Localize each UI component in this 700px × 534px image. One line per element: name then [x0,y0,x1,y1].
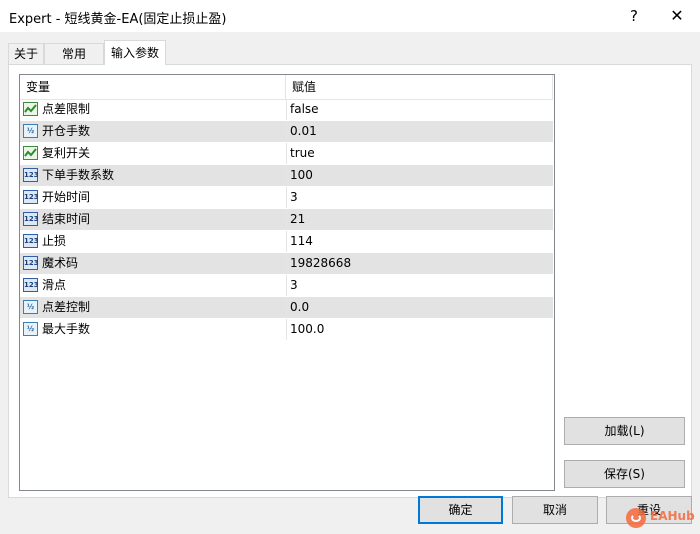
double-icon: ½ [23,322,38,336]
bool-icon [23,102,38,116]
double-icon: ½ [23,124,38,138]
column-divider [286,165,287,186]
double-icon: ½ [23,300,38,314]
table-row[interactable]: 123 魔术码 19828668 [20,253,553,275]
column-divider [286,253,287,274]
int-icon: 123 [23,190,39,204]
table-row[interactable]: 点差限制 false [20,99,553,121]
column-divider [286,121,287,142]
int-icon: 123 [23,234,39,248]
table-row[interactable]: 123 滑点 3 [20,275,553,297]
tab-about[interactable]: 关于 [8,43,44,64]
column-divider [286,231,287,252]
parameter-name: 最大手数 [42,322,91,336]
parameter-list[interactable]: 变量 赋值 点差限制 false ½ 开仓手数 0.01 复利开关 true 123 下单手数系… [19,74,555,491]
column-divider [286,275,287,296]
int-icon: 123 [23,256,39,270]
parameter-name: 开始时间 [42,190,91,204]
parameter-name: 止损 [42,234,67,248]
column-divider [286,99,287,120]
column-divider [286,143,287,164]
parameter-name: 点差限制 [42,102,91,116]
table-row[interactable]: 123 止损 114 [20,231,553,253]
help-button[interactable]: ? [622,6,646,26]
save-button[interactable]: 保存(S) [564,460,685,488]
parameter-value[interactable]: 100 [290,165,313,186]
table-row[interactable]: 123 下单手数系数 100 [20,165,553,187]
parameter-name: 复利开关 [42,146,91,160]
parameter-name: 结束时间 [42,212,91,226]
load-button[interactable]: 加载(L) [564,417,685,445]
bool-icon [23,146,38,160]
list-header: 变量 赋值 [20,75,553,100]
parameter-rows: 点差限制 false ½ 开仓手数 0.01 复利开关 true 123 下单手数系数 100 12… [20,99,553,341]
int-icon: 123 [23,212,39,226]
table-row[interactable]: 复利开关 true [20,143,553,165]
column-header-value[interactable]: 赋值 [286,75,553,99]
table-row[interactable]: ½ 最大手数 100.0 [20,319,553,341]
parameter-value[interactable]: 0.01 [290,121,317,142]
int-icon: 123 [23,278,39,292]
parameter-value[interactable]: 100.0 [290,319,324,340]
table-row[interactable]: ½ 点差控制 0.0 [20,297,553,319]
parameter-value[interactable]: true [290,143,315,164]
parameter-value[interactable]: 114 [290,231,313,252]
table-row[interactable]: ½ 开仓手数 0.01 [20,121,553,143]
int-icon: 123 [23,168,39,182]
column-divider [286,187,287,208]
column-divider [286,319,287,340]
cancel-button[interactable]: 取消 [512,496,598,524]
ok-button[interactable]: 确定 [418,496,503,524]
parameter-name: 点差控制 [42,300,91,314]
table-row[interactable]: 123 结束时间 21 [20,209,553,231]
parameter-name: 开仓手数 [42,124,91,138]
title-bar: Expert - 短线黄金-EA(固定止损止盈) ? ✕ [0,0,700,32]
parameter-value[interactable]: 3 [290,275,298,296]
parameter-value[interactable]: 0.0 [290,297,309,318]
parameter-name: 魔术码 [42,256,79,270]
column-header-variable[interactable]: 变量 [20,75,286,99]
parameter-value[interactable]: 19828668 [290,253,351,274]
column-divider [286,297,287,318]
column-divider [286,209,287,230]
tab-common[interactable]: 常用 [44,43,104,64]
parameter-value[interactable]: false [290,99,319,120]
window-title: Expert - 短线黄金-EA(固定止损止盈) [9,12,227,27]
parameter-value[interactable]: 3 [290,187,298,208]
watermark: EAHub [626,507,696,529]
parameter-name: 下单手数系数 [42,168,115,182]
watermark-text: EAHub [650,509,695,523]
eahub-logo-icon [626,508,646,528]
table-row[interactable]: 123 开始时间 3 [20,187,553,209]
close-button[interactable]: ✕ [665,6,689,26]
parameter-value[interactable]: 21 [290,209,305,230]
parameter-name: 滑点 [42,278,67,292]
tab-inputs[interactable]: 输入参数 [104,40,166,65]
